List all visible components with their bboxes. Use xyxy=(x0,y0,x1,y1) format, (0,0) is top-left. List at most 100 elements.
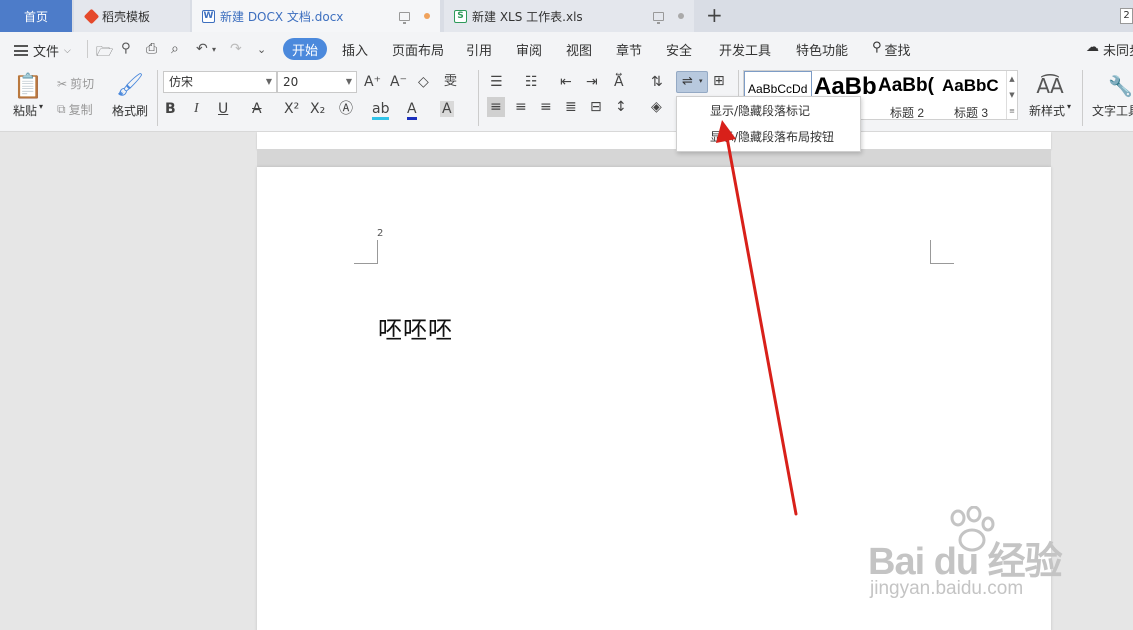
font-name-select[interactable]: 仿宋 ▼ xyxy=(163,71,277,93)
bullet-list-icon[interactable]: ☰ xyxy=(490,74,503,90)
menu-references[interactable]: 引用 xyxy=(466,40,492,59)
style-heading-2[interactable]: AaBb( 标题 2 xyxy=(876,71,940,119)
status-dot-icon xyxy=(678,13,684,19)
align-center-icon[interactable]: ≡ xyxy=(515,99,527,115)
file-menu[interactable]: 文件 ⌵ xyxy=(14,41,71,60)
menu-review[interactable]: 审阅 xyxy=(516,40,542,59)
grow-font-icon[interactable]: A⁺ xyxy=(364,74,381,90)
underline-icon[interactable]: U xyxy=(218,101,228,117)
clear-format-icon[interactable]: ◇ xyxy=(418,74,429,90)
menu-home[interactable]: 开始 xyxy=(283,38,327,60)
text-tools-button[interactable]: 🔧 文字工具 xyxy=(1092,72,1133,119)
chevron-down-icon: ▼ xyxy=(265,77,272,86)
ribbon: 📋 粘贴 ▾ ✂ 剪切 ⧉ 复制 🖌 格式刷 仿宋 ▼ 20 ▼ A⁺ A⁻ ◇… xyxy=(0,66,1133,132)
font-size-select[interactable]: 20 ▼ xyxy=(277,71,357,93)
expand-gallery-icon[interactable]: ≡ xyxy=(1009,107,1015,115)
watermark-brand: Bai du 经验 xyxy=(868,541,1063,583)
hamburger-icon xyxy=(14,45,28,56)
format-painter-label: 格式刷 xyxy=(111,104,148,118)
copy-label: 复制 xyxy=(68,103,93,117)
menu-developer[interactable]: 开发工具 xyxy=(719,40,771,59)
undo-dropdown-icon[interactable]: ▾ xyxy=(212,45,216,54)
tab-template-label: 稻壳模板 xyxy=(102,9,151,24)
text-effect-icon[interactable]: Ⓐ xyxy=(339,101,353,117)
paragraph-marks-toggle-button[interactable]: ⇌ ▾ xyxy=(676,71,708,93)
style-sample: AaBbC xyxy=(942,76,999,95)
search-icon: ⚲ xyxy=(872,40,882,55)
monitor-icon[interactable] xyxy=(653,11,664,24)
shrink-font-icon[interactable]: A⁻ xyxy=(390,74,407,90)
copy-button[interactable]: ⧉ 复制 xyxy=(57,101,93,118)
new-tab-plus-icon[interactable]: + xyxy=(706,4,723,26)
distributed-align-icon[interactable]: ⊟ xyxy=(590,99,602,115)
new-style-button[interactable]: A͡A 新样式 ▾ xyxy=(1026,72,1074,119)
char-shading-icon[interactable]: A xyxy=(440,101,454,117)
menu-security[interactable]: 安全 xyxy=(666,40,692,59)
style-heading-3[interactable]: AaBbC 标题 3 xyxy=(940,71,1008,119)
daoke-flame-icon xyxy=(83,8,100,24)
align-left-icon[interactable]: ≡ xyxy=(487,97,505,117)
page-gap xyxy=(257,149,1051,167)
window-count-badge[interactable]: 2 xyxy=(1120,8,1133,24)
menu-bar: 文件 ⌵ 🗁 ⚲ ⎙ ⌕ ↶ ▾ ↷ ⌄ 开始 插入 页面布局 引用 审阅 视图… xyxy=(0,32,1133,66)
font-color-icon[interactable]: A xyxy=(407,101,417,120)
menu-insert[interactable]: 插入 xyxy=(342,40,368,59)
tab-home[interactable]: 首页 xyxy=(0,0,72,32)
open-folder-icon[interactable]: 🗁 xyxy=(96,41,113,65)
format-painter-button[interactable]: 🖌 格式刷 xyxy=(110,72,150,119)
decrease-indent-icon[interactable]: ⇤ xyxy=(560,74,572,90)
superscript-icon[interactable]: X² xyxy=(284,101,299,117)
paste-button[interactable]: 📋 粘贴 ▾ xyxy=(10,72,46,119)
italic-icon[interactable]: I xyxy=(194,101,199,117)
menu-find-label: 查找 xyxy=(884,44,911,59)
baidu-watermark: Bai du 经验 jingyan.baidu.com xyxy=(866,506,1076,606)
spreadsheet-icon: S xyxy=(454,9,467,23)
phonetic-guide-icon[interactable]: 雯 xyxy=(444,74,457,90)
align-right-icon[interactable]: ≡ xyxy=(540,99,552,115)
sort-icon[interactable]: ⇅ xyxy=(651,74,663,90)
menu-section[interactable]: 章节 xyxy=(616,40,642,59)
paint-brush-icon: 🖌 xyxy=(116,73,144,98)
numbered-list-icon[interactable]: ☷ xyxy=(525,74,538,90)
menu-view[interactable]: 视图 xyxy=(566,40,592,59)
scroll-down-icon[interactable]: ▼ xyxy=(1009,91,1014,99)
save-icon[interactable]: ⚲ xyxy=(121,41,131,56)
scroll-up-icon[interactable]: ▲ xyxy=(1009,75,1014,83)
tab-xls[interactable]: S 新建 XLS 工作表.xls xyxy=(444,0,694,32)
menu-page-layout[interactable]: 页面布局 xyxy=(392,40,444,59)
cut-button[interactable]: ✂ 剪切 xyxy=(57,75,94,92)
cut-label: 剪切 xyxy=(70,77,95,91)
line-spacing-icon[interactable]: ↕ xyxy=(615,99,627,115)
monitor-icon[interactable] xyxy=(399,11,410,24)
chevron-down-icon: ▾ xyxy=(39,102,44,111)
document-body-text[interactable]: 呸呸呸 xyxy=(378,310,453,345)
toggle-paragraph-marks-item[interactable]: 显示/隐藏段落标记 xyxy=(677,98,860,124)
cloud-icon: ☁ xyxy=(1086,40,1099,55)
subscript-icon[interactable]: X₂ xyxy=(310,101,325,117)
new-style-icon: A͡A xyxy=(1036,74,1064,98)
menu-find[interactable]: ⚲ 查找 xyxy=(872,40,911,59)
page-number: 2 xyxy=(377,228,384,239)
bold-icon[interactable]: B xyxy=(165,101,176,117)
customize-toolbar-icon[interactable]: ⌄ xyxy=(257,43,266,56)
highlight-icon[interactable]: ab xyxy=(372,101,390,120)
shading-icon[interactable]: ◈ xyxy=(651,99,662,115)
tab-template[interactable]: 稻壳模板 xyxy=(74,0,190,32)
sync-status-label: 未同步 xyxy=(1103,44,1133,59)
margin-corner-mark xyxy=(354,240,378,264)
text-direction-icon[interactable]: A⃡ xyxy=(614,74,624,90)
tab-docx[interactable]: W 新建 DOCX 文档.docx xyxy=(192,0,440,32)
table-layout-icon[interactable]: ⊞ xyxy=(713,73,725,89)
toggle-paragraph-layout-button-item[interactable]: 显示/隐藏段落布局按钮 xyxy=(677,124,860,150)
gallery-scrollbar[interactable]: ▲ ▼ ≡ xyxy=(1006,71,1017,119)
menu-features[interactable]: 特色功能 xyxy=(796,40,848,59)
sync-status[interactable]: ☁ 未同步 xyxy=(1086,40,1133,59)
print-preview-icon[interactable]: ⌕ xyxy=(171,41,179,57)
justify-icon[interactable]: ≣ xyxy=(565,99,577,115)
increase-indent-icon[interactable]: ⇥ xyxy=(586,74,598,90)
strikethrough-icon[interactable]: A xyxy=(252,101,262,117)
undo-icon[interactable]: ↶ xyxy=(196,41,208,57)
chevron-down-icon: ▾ xyxy=(699,77,703,85)
print-icon[interactable]: ⎙ xyxy=(146,41,157,57)
redo-icon[interactable]: ↷ xyxy=(230,41,242,57)
